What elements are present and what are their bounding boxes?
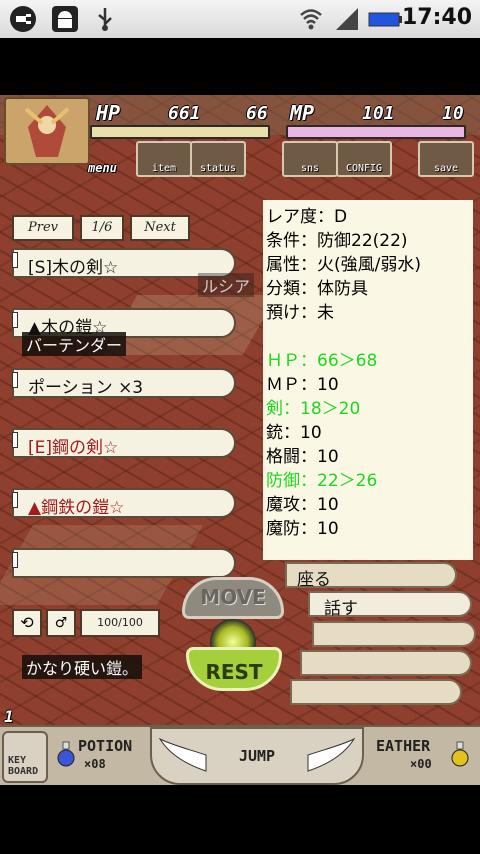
npc-name-bartender: バーテンダー <box>22 332 127 356</box>
move-button[interactable]: MOVE <box>182 577 284 619</box>
action-slot-5[interactable] <box>290 679 462 705</box>
potion-icon <box>56 741 76 767</box>
info-mag-atk: 魔攻：10 <box>266 495 339 515</box>
stamina-counter: 100/100 <box>80 609 160 637</box>
item-slot-6[interactable] <box>12 548 236 578</box>
bicycle-icon[interactable]: ♂ <box>46 609 76 637</box>
talk-button[interactable]: 話す <box>308 591 472 619</box>
keyboard-button[interactable]: KEY BOARD <box>2 731 48 783</box>
wifi-icon <box>298 6 324 32</box>
status-bar: 17:40 <box>0 0 480 38</box>
mp-value: 101 <box>362 103 395 124</box>
info-category: 分類：体防具 <box>266 279 368 299</box>
next-button[interactable]: Next <box>130 215 190 241</box>
feather-button[interactable]: EATHER <box>376 737 430 755</box>
item-slot-3[interactable]: ポーション ×3 <box>12 368 236 398</box>
keyboard-label: KEY BOARD <box>8 755 39 777</box>
info-condition: 条件：防御22(22) <box>266 231 408 251</box>
hp-bar <box>90 125 270 139</box>
feather-potion-icon <box>450 741 470 767</box>
game-viewport[interactable]: HP 661 66 MP 101 10 menu item status sns… <box>0 95 480 785</box>
sit-button[interactable]: 座る <box>285 562 457 590</box>
item-info-panel: レア度：D 条件：防御22(22) 属性：火(強風/弱水) 分類：体防具 預け：… <box>263 200 473 560</box>
info-fight: 格闘：10 <box>266 447 339 467</box>
rest-button[interactable]: REST <box>186 647 282 691</box>
clock: 17:40 <box>401 5 472 30</box>
item-description: かなり硬い鎧。 <box>22 655 143 679</box>
hp-max: 66 <box>246 103 268 124</box>
info-mag-def: 魔防：10 <box>266 519 339 539</box>
sit-label: 座る <box>297 570 331 590</box>
bottom-toolbar: KEY BOARD POTION ×08 JUMP EATHER ×00 <box>0 725 480 787</box>
status-button-label: status <box>199 163 237 174</box>
config-button-label: CONFIG <box>345 163 383 174</box>
mp-max: 10 <box>442 103 464 124</box>
hp-label: HP <box>96 101 121 125</box>
usb-icon <box>92 6 118 32</box>
item-label: ▲鋼鉄の鎧☆ <box>28 498 125 518</box>
info-gun: 銃：10 <box>266 423 322 443</box>
character-portrait[interactable] <box>4 97 90 165</box>
mp-bar <box>286 125 466 139</box>
save-button[interactable]: save <box>418 141 474 177</box>
system-nav-area <box>0 785 480 854</box>
signal-icon <box>334 6 360 32</box>
info-defense: 防御：22＞26 <box>266 471 378 491</box>
status-button[interactable]: status <box>190 141 246 177</box>
info-rarity: レア度：D <box>266 207 348 227</box>
info-hp: ＨＰ：66＞68 <box>266 351 378 371</box>
hp-value: 661 <box>168 103 201 124</box>
prev-button[interactable]: Prev <box>12 215 74 241</box>
level-indicator: 1 <box>4 707 14 726</box>
info-sword: 剣：18＞20 <box>266 399 361 419</box>
info-deposit: 預け：未 <box>266 303 334 323</box>
item-slot-5[interactable]: ▲鋼鉄の鎧☆ <box>12 488 236 518</box>
action-slot-4[interactable] <box>300 650 472 676</box>
item-button[interactable]: item <box>136 141 192 177</box>
info-attribute: 属性：火(強風/弱水) <box>266 255 421 275</box>
npc-name-lucia: ルシア <box>198 273 255 297</box>
action-slot-3[interactable] <box>312 621 476 647</box>
feather-count: ×00 <box>410 757 432 771</box>
item-label: [S]木の剣☆ <box>28 258 119 278</box>
menu-label: menu <box>88 161 117 175</box>
potion-button[interactable]: POTION <box>78 737 132 755</box>
config-button[interactable]: CONFIG <box>336 141 392 177</box>
mp-label: MP <box>290 101 315 125</box>
usb-plug-icon <box>10 6 36 32</box>
info-mp: ＭＰ：10 <box>266 375 339 395</box>
battery-icon <box>368 6 404 32</box>
wing-right-icon <box>307 737 356 772</box>
item-label: [E]鋼の剣☆ <box>28 438 119 458</box>
item-label: ポーション ×3 <box>28 378 144 398</box>
save-button-label: save <box>433 163 459 174</box>
rotate-icon[interactable]: ⟲ <box>12 609 42 637</box>
sns-button-label: sns <box>300 163 320 174</box>
item-button-label: item <box>151 163 177 174</box>
page-indicator: 1/6 <box>80 215 124 241</box>
item-slot-4[interactable]: [E]鋼の剣☆ <box>12 428 236 458</box>
sns-button[interactable]: sns <box>282 141 338 177</box>
android-debug-icon <box>52 6 78 32</box>
talk-label: 話す <box>324 599 358 619</box>
potion-count: ×08 <box>84 757 106 771</box>
rest-label: REST <box>205 660 263 684</box>
jump-button[interactable]: JUMP <box>150 727 364 785</box>
move-label: MOVE <box>200 585 266 609</box>
